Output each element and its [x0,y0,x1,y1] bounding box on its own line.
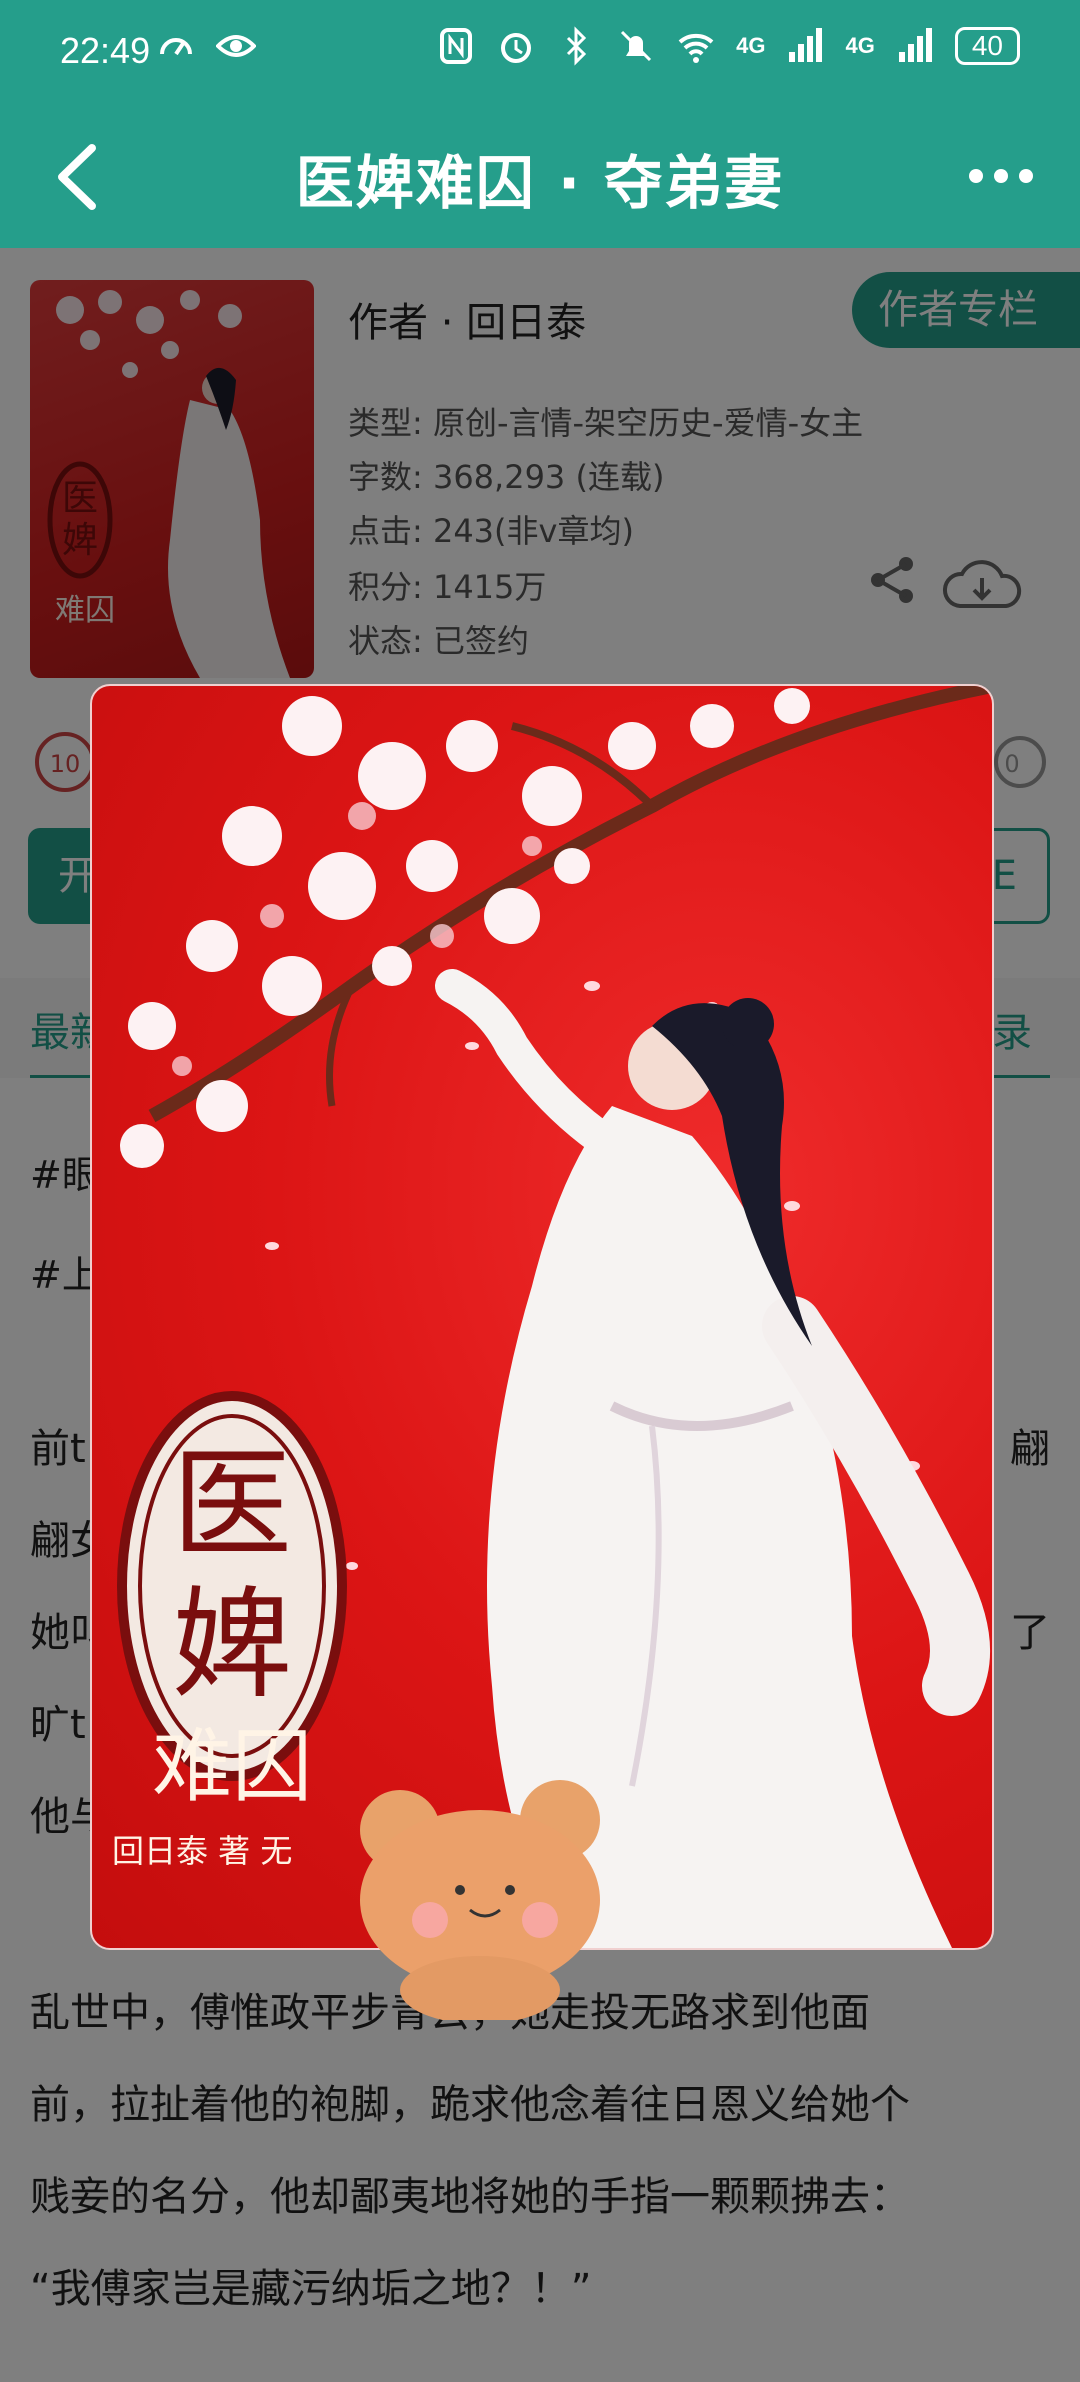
cover-art: 医 婢 难囚 回日泰 著 无 [112,686,992,1948]
bear-sticker-icon [360,1780,600,2020]
app-header: 医婢难囚 · 夺弟妻 [0,104,1080,248]
svg-text:难囚: 难囚 [152,1720,312,1813]
speedometer-icon [160,38,193,56]
network-type-2: 4G [845,33,875,58]
wifi-icon [678,33,714,63]
svg-text:回日泰 著 无: 回日泰 著 无 [112,1832,292,1870]
signal-icon-2 [898,28,932,62]
status-time: 22:49 [60,30,151,71]
battery-icon: 40 [954,27,1020,65]
bluetooth-icon [567,26,587,66]
mute-bell-icon [621,30,652,62]
alarm-icon [501,33,532,63]
more-dots-icon[interactable] [966,156,1036,196]
svg-text:医: 医 [172,1436,292,1575]
status-icons: 4G 4G 40 [156,26,1020,66]
svg-text:婢: 婢 [172,1576,292,1715]
network-type-1: 4G [736,33,766,58]
eye-icon [216,35,257,57]
page-title: 医婢难囚 · 夺弟妻 [295,149,785,217]
signal-icon [789,28,823,62]
nfc-icon [440,28,473,64]
status-bar: 22:49 4G 4G 40 [0,0,1080,104]
